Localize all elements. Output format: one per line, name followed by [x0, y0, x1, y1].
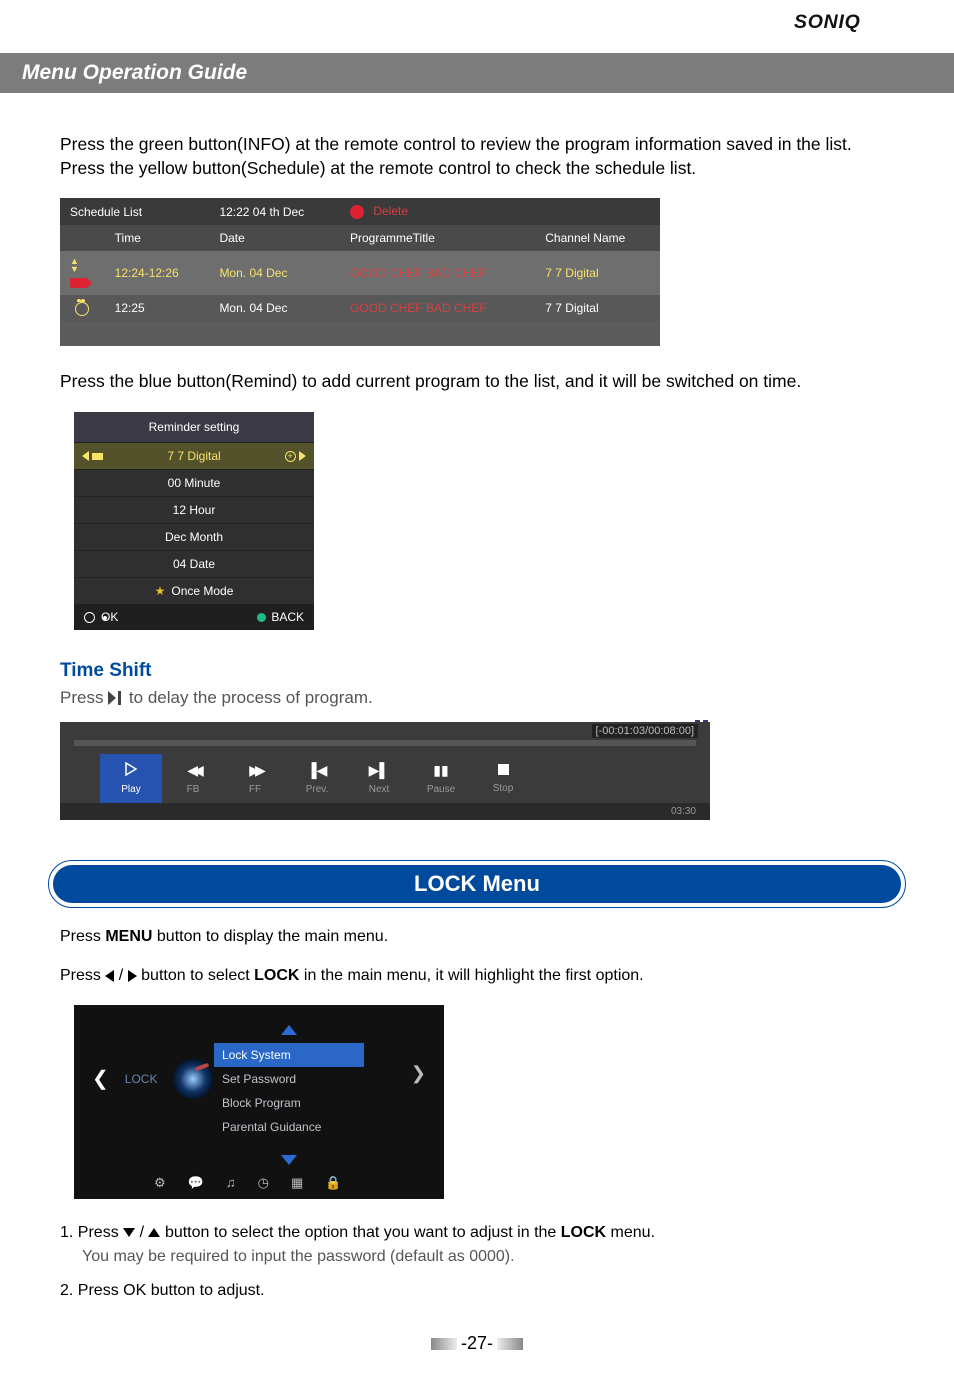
row0-prog: GOOD CHEF BAD CHEF — [340, 251, 535, 295]
lock-bottom-icons: ⚙ 💬 ♫ ◷ ▦ 🔒 — [154, 1175, 341, 1191]
row0-time: 12:24-12:26 — [105, 251, 210, 295]
table-row[interactable]: 12:25 Mon. 04 Dec GOOD CHEF BAD CHEF 7 7… — [60, 295, 660, 322]
delete-dot-icon — [350, 205, 364, 219]
time-shift-heading: Time Shift — [60, 660, 894, 682]
lock-settings-panel: ❮ LOCK ❯ Lock System Set Password Block … — [74, 1005, 444, 1199]
step-2: 2. Press OK button to adjust. — [60, 1279, 894, 1303]
plus-icon: + — [285, 451, 296, 462]
time-shift-text: Press to delay the process of program. — [60, 688, 894, 708]
lock-p1: Press MENU button to display the main me… — [60, 926, 894, 948]
speech-icon: 💬 — [188, 1175, 204, 1191]
clock-icon: ◷ — [258, 1175, 269, 1191]
row1-date: Mon. 04 Dec — [209, 295, 340, 322]
step-1: 1. Press / button to select the option t… — [60, 1221, 894, 1269]
arrow-down-icon[interactable] — [281, 1155, 297, 1165]
step-1-note: You may be required to input the passwor… — [82, 1245, 894, 1269]
next-button[interactable]: ▶▌ Next — [348, 754, 410, 803]
lock-item-lock-system[interactable]: Lock System — [214, 1043, 364, 1067]
prev-icon: ▐◀ — [286, 762, 348, 779]
playback-foot-time: 03:30 — [60, 803, 710, 820]
brand-logo: SONIQ — [0, 0, 954, 53]
fb-button[interactable]: ◀◀ FB — [162, 754, 224, 803]
arrow-left-icon — [82, 451, 89, 461]
row1-prog: GOOD CHEF BAD CHEF — [340, 295, 535, 322]
arrow-up-icon — [148, 1228, 160, 1237]
remind-paragraph: Press the blue button(Remind) to add cur… — [60, 370, 894, 394]
music-note-icon: ♫ — [226, 1175, 236, 1191]
row0-date: Mon. 04 Dec — [209, 251, 340, 295]
playback-range: [-00:01:03/00:08:00] — [592, 724, 698, 738]
intro-paragraph: Press the green button(INFO) at the remo… — [60, 133, 894, 180]
page-number: -27- — [0, 1333, 954, 1354]
svg-text:SONIQ: SONIQ — [794, 11, 861, 33]
arrow-right-icon — [299, 451, 306, 461]
chevron-right-icon[interactable]: ❯ — [411, 1063, 426, 1084]
play-icon — [100, 762, 162, 779]
reminder-date[interactable]: 04 Date — [74, 550, 314, 577]
schedule-delete[interactable]: Delete — [340, 198, 660, 225]
arrow-down-icon — [123, 1228, 135, 1237]
record-small-icon — [92, 453, 103, 460]
sort-arrows-icon: ▲▼ — [70, 257, 79, 273]
schedule-header-label: Schedule List — [60, 198, 209, 225]
next-icon: ▶▌ — [348, 762, 410, 779]
col-programme: ProgrammeTitle — [340, 225, 535, 251]
arrow-right-icon — [128, 970, 137, 982]
col-time: Time — [105, 225, 210, 251]
reminder-header: Reminder setting — [74, 412, 314, 442]
reminder-channel: 7 7 Digital — [167, 449, 220, 463]
lock-item-set-password[interactable]: Set Password — [214, 1067, 364, 1091]
delete-label: Delete — [373, 204, 408, 218]
rewind-icon: ◀◀ — [162, 762, 224, 779]
playback-bar: [-00:01:03/00:08:00] Play ◀◀ FB ▶▶ FF — [60, 722, 710, 820]
page-title: Menu Operation Guide — [22, 61, 247, 84]
col-channel: Channel Name — [535, 225, 660, 251]
row1-chan: 7 7 Digital — [535, 295, 660, 322]
pause-button[interactable]: ▮▮ Pause — [410, 754, 472, 803]
lock-menu-title: LOCK Menu — [53, 865, 901, 903]
reminder-minute[interactable]: 00 Minute — [74, 469, 314, 496]
lock-dial-icon — [173, 1059, 213, 1099]
alarm-icon — [75, 302, 89, 316]
lock-steps: 1. Press / button to select the option t… — [60, 1221, 894, 1303]
lock-item-parental-guidance[interactable]: Parental Guidance — [214, 1115, 364, 1139]
schedule-table: Schedule List 12:22 04 th Dec Delete Tim… — [60, 198, 660, 346]
star-icon: ★ — [155, 584, 166, 598]
lock-item-block-program[interactable]: Block Program — [214, 1091, 364, 1115]
back-button[interactable]: BACK — [257, 610, 304, 624]
table-row[interactable]: ▲▼ 12:24-12:26 Mon. 04 Dec GOOD CHEF BAD… — [60, 251, 660, 295]
row1-time: 12:25 — [105, 295, 210, 322]
play-button[interactable]: Play — [100, 754, 162, 803]
arrow-up-icon[interactable] — [281, 1025, 297, 1035]
ok-button[interactable]: OK — [84, 610, 122, 624]
arrow-left-icon — [105, 970, 114, 982]
reminder-month[interactable]: Dec Month — [74, 523, 314, 550]
playback-track[interactable] — [74, 740, 696, 746]
schedule-header-time: 12:22 04 th Dec — [209, 198, 340, 225]
page-title-bar: Menu Operation Guide — [0, 53, 954, 93]
reminder-panel: Reminder setting 7 7 Digital + 00 Minute… — [74, 412, 314, 630]
table-row-empty — [60, 322, 660, 346]
prev-button[interactable]: ▐◀ Prev. — [286, 754, 348, 803]
record-icon — [70, 278, 88, 288]
grid-icon: ▦ — [291, 1175, 303, 1191]
stop-button[interactable]: Stop — [472, 754, 534, 803]
gear-icon: ⚙ — [154, 1175, 166, 1191]
col-date: Date — [209, 225, 340, 251]
chevron-left-icon[interactable]: ❮ — [92, 1066, 109, 1091]
lock-p2: Press / button to select LOCK in the mai… — [60, 965, 894, 987]
stop-icon — [472, 762, 534, 778]
pause-icon: ▮▮ — [410, 762, 472, 779]
ff-button[interactable]: ▶▶ FF — [224, 754, 286, 803]
reminder-hour[interactable]: 12 Hour — [74, 496, 314, 523]
reminder-mode[interactable]: ★Once Mode — [74, 577, 314, 604]
row0-chan: 7 7 Digital — [535, 251, 660, 295]
lock-caption: LOCK — [125, 1072, 158, 1086]
green-dot-icon — [257, 613, 266, 622]
lock-icon: 🔒 — [325, 1175, 341, 1191]
play-pause-icon — [108, 691, 124, 705]
lock-menu-pill: LOCK Menu — [48, 860, 906, 908]
reminder-channel-row[interactable]: 7 7 Digital + — [74, 442, 314, 469]
forward-icon: ▶▶ — [224, 762, 286, 779]
